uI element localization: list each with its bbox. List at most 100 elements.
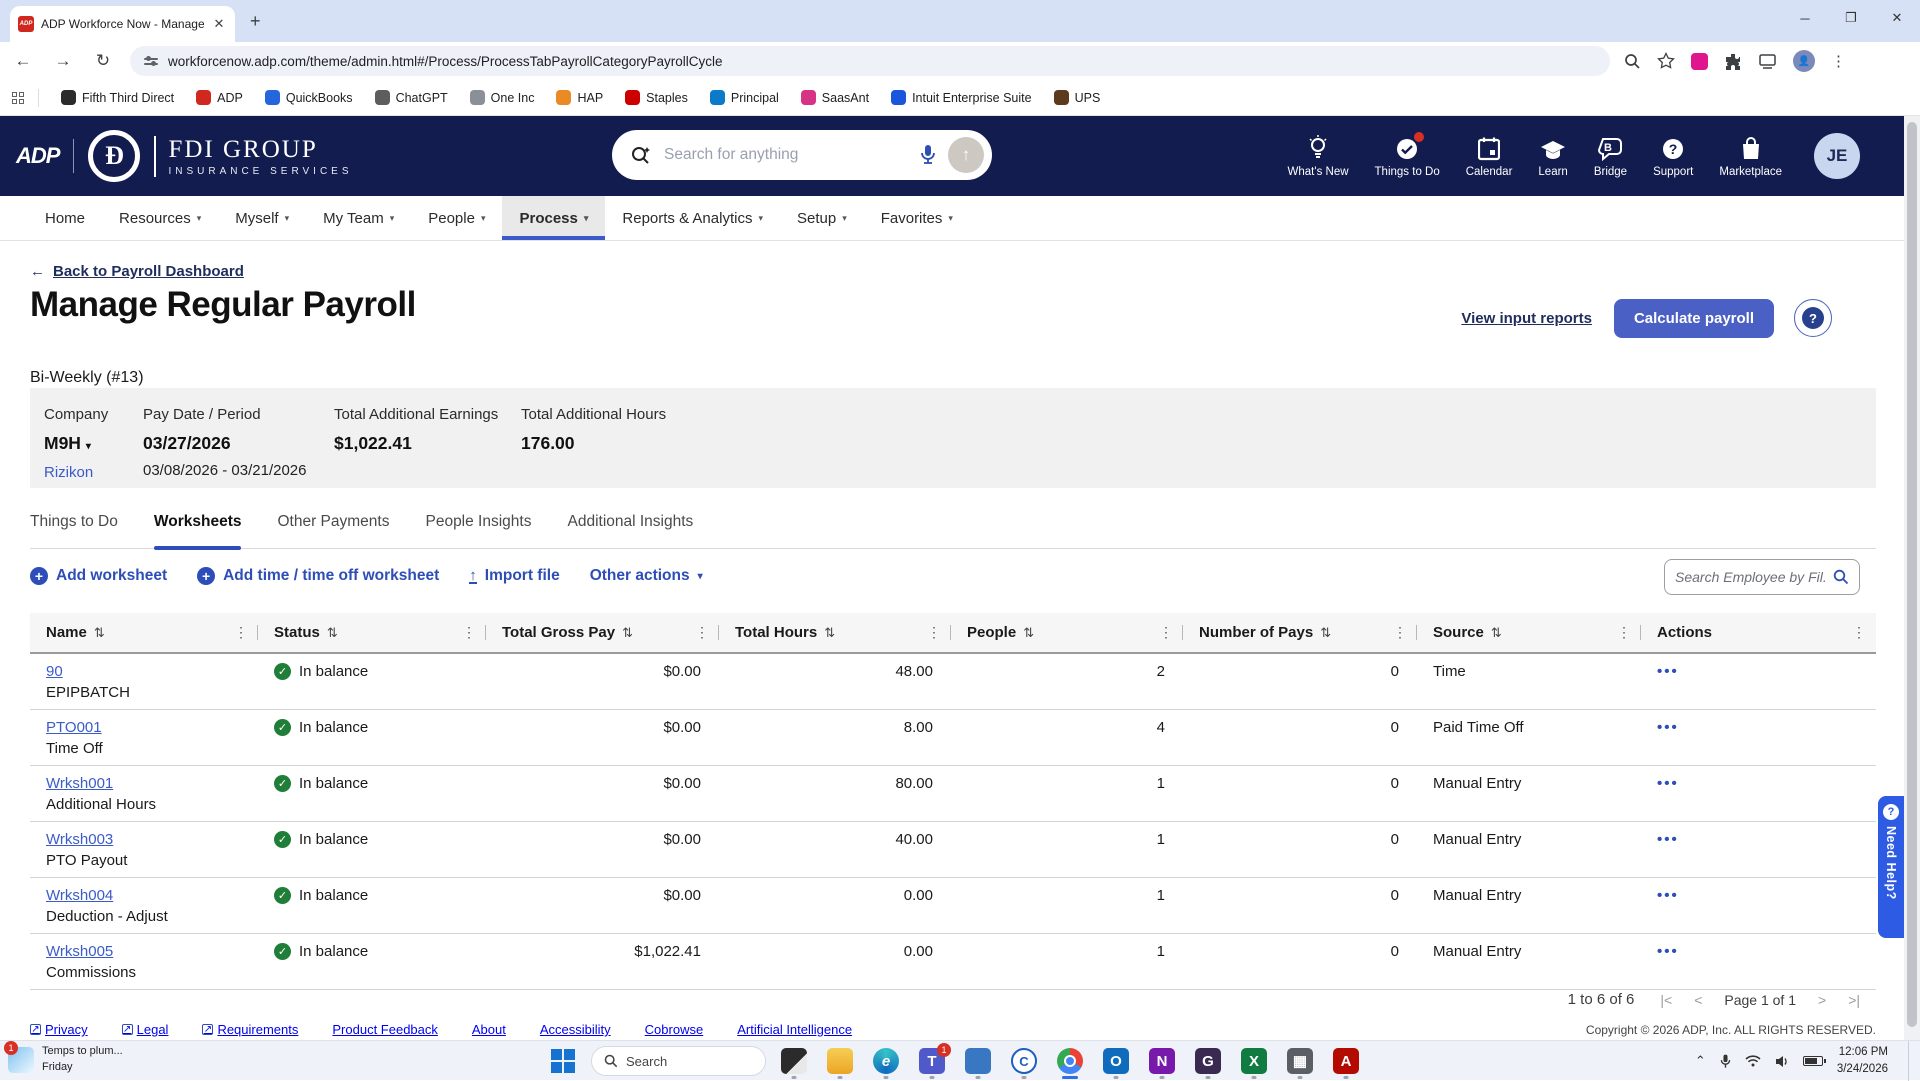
taskbar-app-g-app[interactable]: G	[1190, 1043, 1226, 1079]
taskbar-app-outlook[interactable]: O	[1098, 1043, 1134, 1079]
taskbar-search[interactable]: Search	[591, 1046, 766, 1076]
column-menu-icon[interactable]: ⋮	[1852, 624, 1876, 641]
column-menu-icon[interactable]: ⋮	[927, 624, 951, 641]
first-page-icon[interactable]: |<	[1660, 992, 1672, 1008]
worksheet-name-link[interactable]: Wrksh003	[46, 831, 113, 848]
bookmark-item[interactable]: ChatGPT	[367, 86, 456, 109]
taskbar-app-onenote[interactable]: N	[1144, 1043, 1180, 1079]
nav-item-resources[interactable]: Resources▾	[102, 196, 218, 240]
worksheet-name-link[interactable]: Wrksh004	[46, 887, 113, 904]
header-item-bridge[interactable]: BBridge	[1594, 135, 1627, 178]
window-minimize-button[interactable]: ─	[1782, 0, 1828, 36]
sort-icon[interactable]: ⇅	[622, 625, 633, 641]
wifi-icon[interactable]	[1745, 1055, 1761, 1067]
nav-item-favorites[interactable]: Favorites▾	[864, 196, 970, 240]
column-menu-icon[interactable]: ⋮	[462, 624, 486, 641]
nav-item-my-team[interactable]: My Team▾	[306, 196, 411, 240]
row-actions-menu[interactable]: •••	[1657, 775, 1679, 792]
footer-link-legal[interactable]: ↗Legal	[122, 1022, 169, 1037]
taskbar-app-acrobat[interactable]: A	[1328, 1043, 1364, 1079]
taskbar-clock[interactable]: 12:06 PM 3/24/2026	[1837, 1044, 1888, 1077]
column-header-source[interactable]: Source⇅⋮	[1417, 613, 1641, 652]
user-avatar[interactable]: JE	[1814, 133, 1860, 179]
worksheet-name-link[interactable]: Wrksh001	[46, 775, 113, 792]
weather-widget[interactable]: 1 Temps to plum... Friday	[8, 1044, 123, 1076]
taskbar-app-excel[interactable]: X	[1236, 1043, 1272, 1079]
company-sub-link[interactable]: Rizikon	[44, 464, 143, 481]
taskbar-app-chrome[interactable]	[1052, 1043, 1088, 1079]
back-button[interactable]: ←	[10, 51, 36, 71]
nav-item-myself[interactable]: Myself▾	[218, 196, 306, 240]
site-info-icon[interactable]	[144, 58, 158, 65]
column-menu-icon[interactable]: ⋮	[1393, 624, 1417, 641]
device-sync-icon[interactable]	[1758, 54, 1777, 69]
bookmark-item[interactable]: Fifth Third Direct	[53, 86, 182, 109]
global-search-input[interactable]	[664, 146, 908, 164]
window-maximize-button[interactable]: ❐	[1828, 0, 1874, 36]
bookmark-item[interactable]: HAP	[548, 86, 611, 109]
microphone-icon[interactable]	[920, 144, 936, 166]
page-help-button[interactable]: ?	[1794, 299, 1832, 337]
nav-item-setup[interactable]: Setup▾	[780, 196, 864, 240]
taskbar-app-edge[interactable]: e	[868, 1043, 904, 1079]
column-header-people[interactable]: People⇅⋮	[951, 613, 1183, 652]
row-actions-menu[interactable]: •••	[1657, 831, 1679, 848]
next-page-icon[interactable]: >	[1818, 992, 1826, 1008]
nav-item-people[interactable]: People▾	[411, 196, 502, 240]
footer-link-requirements[interactable]: ↗Requirements	[202, 1022, 298, 1037]
row-actions-menu[interactable]: •••	[1657, 887, 1679, 904]
browser-menu-icon[interactable]: ⋮	[1831, 52, 1846, 70]
global-search[interactable]: ↑	[612, 130, 992, 180]
footer-link-artificial-intelligence[interactable]: Artificial Intelligence	[737, 1022, 852, 1037]
show-desktop-button[interactable]	[1908, 1041, 1912, 1081]
back-to-dashboard-link[interactable]: Back to Payroll Dashboard	[53, 263, 244, 280]
bookmark-item[interactable]: Intuit Enterprise Suite	[883, 86, 1040, 109]
row-actions-menu[interactable]: •••	[1657, 719, 1679, 736]
new-tab-button[interactable]: +	[250, 11, 261, 32]
header-item-what-s-new[interactable]: What's New	[1288, 135, 1349, 178]
header-item-marketplace[interactable]: Marketplace	[1719, 135, 1782, 178]
start-button[interactable]	[545, 1043, 581, 1079]
apps-grid-icon[interactable]	[12, 92, 24, 104]
browser-profile-avatar[interactable]: 👤	[1793, 50, 1815, 72]
nav-item-reports-analytics[interactable]: Reports & Analytics▾	[605, 196, 780, 240]
tab-other-payments[interactable]: Other Payments	[277, 513, 389, 548]
forward-button[interactable]: →	[50, 51, 76, 71]
tab-things-to-do[interactable]: Things to Do	[30, 513, 118, 548]
tab-additional-insights[interactable]: Additional Insights	[567, 513, 693, 548]
footer-link-cobrowse[interactable]: Cobrowse	[645, 1022, 704, 1037]
add-worksheet-button[interactable]: + Add worksheet	[30, 567, 167, 585]
bookmark-star-icon[interactable]	[1657, 52, 1675, 70]
sort-icon[interactable]: ⇅	[824, 625, 835, 641]
add-time-worksheet-button[interactable]: + Add time / time off worksheet	[197, 567, 439, 585]
footer-link-product-feedback[interactable]: Product Feedback	[332, 1022, 438, 1037]
employee-search[interactable]	[1664, 559, 1860, 595]
nav-item-process[interactable]: Process▾	[502, 196, 605, 240]
extensions-puzzle-icon[interactable]	[1724, 52, 1742, 70]
pink-extension-icon[interactable]	[1691, 53, 1708, 70]
bookmark-item[interactable]: ADP	[188, 86, 251, 109]
worksheet-name-link[interactable]: Wrksh005	[46, 943, 113, 960]
taskbar-app-calculator[interactable]: ▦	[1282, 1043, 1318, 1079]
sort-icon[interactable]: ⇅	[1320, 625, 1331, 641]
tab-worksheets[interactable]: Worksheets	[154, 513, 242, 548]
tab-close-icon[interactable]: ✕	[211, 16, 227, 32]
bookmark-item[interactable]: One Inc	[462, 86, 543, 109]
column-header-number-of-pays[interactable]: Number of Pays⇅⋮	[1183, 613, 1417, 652]
column-header-actions[interactable]: Actions⋮	[1641, 613, 1876, 652]
nav-item-home[interactable]: Home	[28, 196, 102, 240]
tray-microphone-icon[interactable]	[1720, 1054, 1731, 1069]
window-close-button[interactable]: ✕	[1874, 0, 1920, 36]
row-actions-menu[interactable]: •••	[1657, 663, 1679, 680]
worksheet-name-link[interactable]: 90	[46, 663, 63, 680]
page-scrollbar[interactable]	[1904, 116, 1920, 1040]
view-input-reports-link[interactable]: View input reports	[1461, 310, 1592, 327]
taskbar-app-c-app[interactable]: C	[1006, 1043, 1042, 1079]
taskbar-app-file-explorer[interactable]	[822, 1043, 858, 1079]
employee-search-input[interactable]	[1675, 569, 1827, 585]
zoom-icon[interactable]	[1624, 53, 1641, 70]
bookmark-item[interactable]: Principal	[702, 86, 787, 109]
tab-people-insights[interactable]: People Insights	[425, 513, 531, 548]
refresh-button[interactable]: ↻	[90, 51, 116, 71]
sort-icon[interactable]: ⇅	[1023, 625, 1034, 641]
